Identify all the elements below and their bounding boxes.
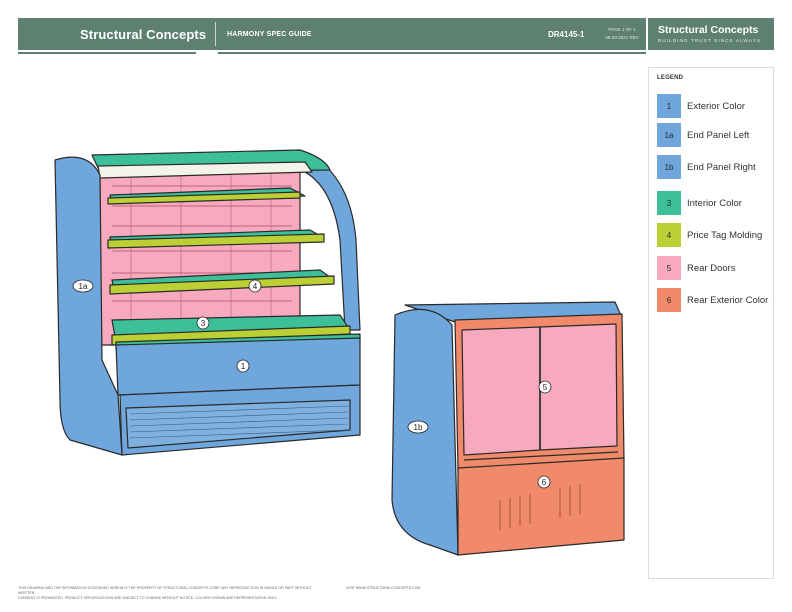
rear-door-right	[539, 323, 618, 451]
callout-1-label: 1	[241, 362, 246, 371]
legend-swatch: 1	[657, 94, 681, 118]
legend-swatch: 1a	[657, 123, 681, 147]
callout-1a-label: 1a	[79, 282, 88, 291]
legend-panel: LEGEND 1 Exterior Color 1a End Panel Left 1b…	[648, 67, 774, 579]
footer-note-line-2: CONSENT IS PROHIBITED. PRODUCT SPECIFICA…	[18, 596, 278, 600]
front-merchandiser	[54, 149, 361, 456]
callout-5: 5	[538, 380, 552, 394]
legend-title: LEGEND	[657, 75, 684, 81]
callout-5-label: 5	[543, 383, 548, 392]
legend-swatch: 4	[657, 223, 681, 247]
legend-label: End Panel Right	[687, 161, 756, 173]
legend-label: Rear Exterior Color	[687, 294, 769, 306]
legend-label: Exterior Color	[687, 100, 746, 112]
brand-logo-block: Structural Concepts BUILDING TRUST SINCE…	[648, 18, 774, 50]
legend-label: Rear Doors	[687, 262, 736, 274]
legend-swatch: 6	[657, 288, 681, 312]
callout-4: 4	[248, 279, 262, 293]
rear-lower	[457, 457, 625, 556]
callout-1: 1	[236, 359, 250, 373]
callout-3-label: 3	[201, 319, 206, 328]
callout-4-label: 4	[253, 282, 258, 291]
footer-note-left: THIS DRAWING AND THE INFORMATION CONTAIN…	[18, 586, 318, 601]
legend-item: 1b End Panel Right	[657, 154, 769, 180]
legend-swatch: 3	[657, 191, 681, 215]
footer-note-line-1: THIS DRAWING AND THE INFORMATION CONTAIN…	[18, 586, 312, 595]
right-end-panel	[391, 308, 459, 556]
brand-logo: Structural Concepts	[658, 24, 759, 36]
brand-tagline: BUILDING TRUST SINCE ALWAYS	[658, 39, 761, 44]
callout-6: 6	[537, 475, 551, 489]
callout-6-label: 6	[542, 478, 547, 487]
callout-1b: 1b	[407, 420, 429, 434]
legend-swatch: 5	[657, 256, 681, 280]
callout-1b-label: 1b	[414, 423, 423, 432]
legend-item: 3 Interior Color	[657, 190, 769, 216]
legend-item: 6 Rear Exterior Color	[657, 287, 769, 313]
rear-door-left	[461, 326, 541, 456]
legend-swatch: 1b	[657, 155, 681, 179]
legend-label: Interior Color	[687, 197, 742, 209]
legend-item: 4 Price Tag Molding	[657, 222, 769, 248]
legend-item: 1 Exterior Color	[657, 93, 769, 119]
callout-3: 3	[196, 316, 210, 330]
legend-item: 1a End Panel Left	[657, 122, 769, 148]
callout-1a: 1a	[72, 279, 94, 293]
product-illustration: 1a 4 3 1 1b 5 6	[54, 149, 625, 556]
legend-label: Price Tag Molding	[687, 229, 763, 241]
footer-note-right: VISIT WWW.STRUCTURALCONCEPTS.COM	[346, 586, 421, 590]
legend-label: End Panel Left	[687, 129, 750, 141]
legend-item: 5 Rear Doors	[657, 255, 769, 281]
